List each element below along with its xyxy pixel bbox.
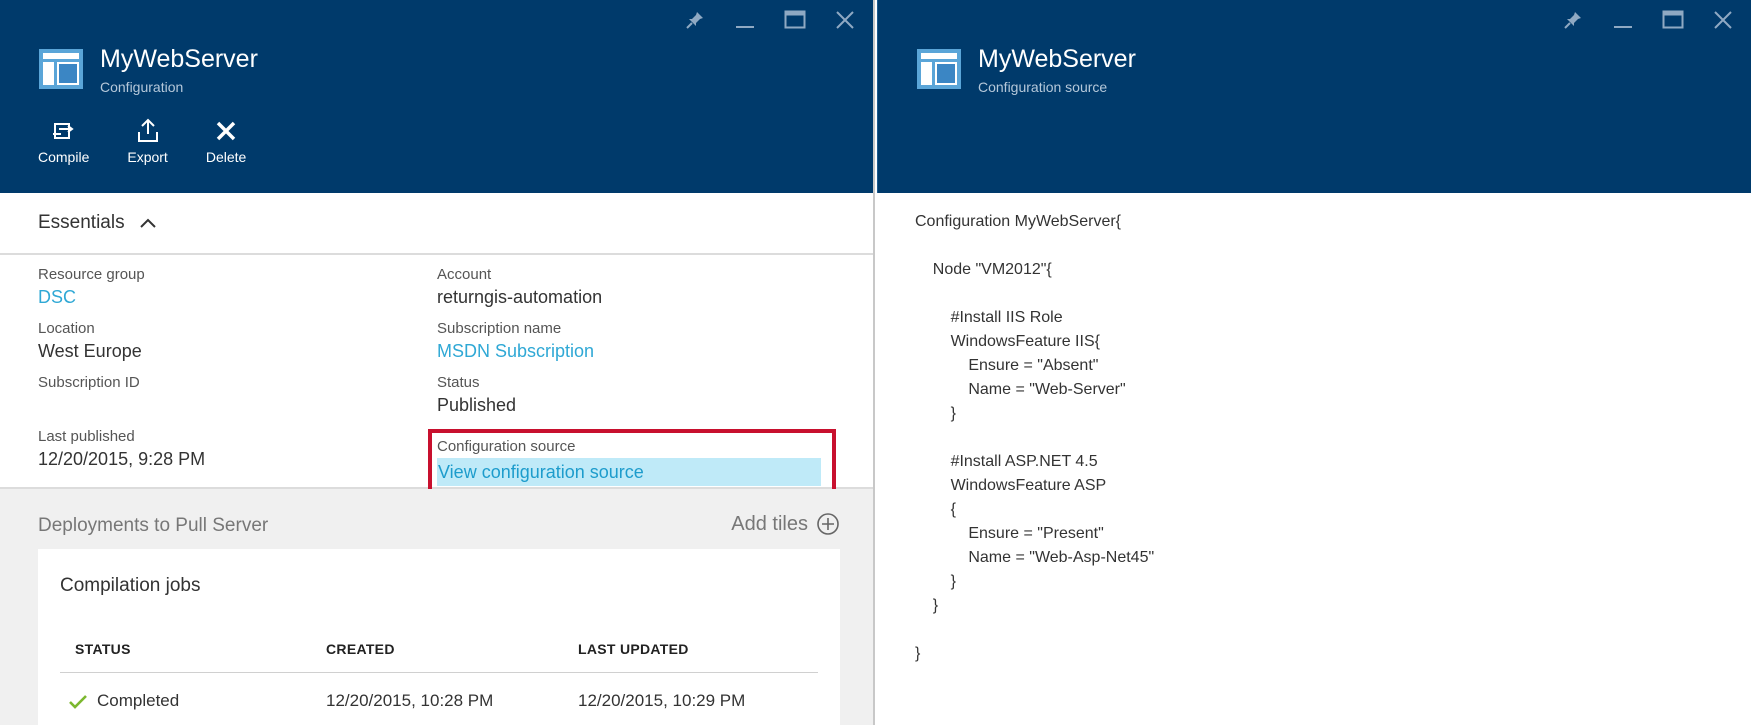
add-circle-icon [817,513,839,535]
delete-button[interactable]: Delete [206,116,246,165]
add-tiles-button[interactable]: Add tiles [731,512,840,536]
delete-icon [212,116,240,146]
blade-title: MyWebServer [100,45,258,73]
minimize-icon[interactable] [1609,6,1637,34]
row-created: 12/20/2015, 10:28 PM [326,691,494,710]
checkmark-icon [69,695,87,709]
essentials-title: Essentials [38,212,125,233]
close-icon[interactable] [831,6,859,34]
code-line: Node "VM2012"{ [915,261,1052,278]
resource-group-link[interactable]: DSC [38,285,145,309]
maximize-icon[interactable] [1659,6,1687,34]
blade-header: MyWebServer Configuration source [877,0,1751,193]
blade-title-area: MyWebServer Configuration source [916,45,1136,95]
config-source-label: Configuration source [437,438,576,455]
subscription-id-field: Subscription ID [38,373,140,393]
command-bar: Compile Export Delete [38,116,284,165]
blade-subtitle: Configuration source [978,78,1108,95]
blade-title: MyWebServer [978,45,1136,73]
close-icon[interactable] [1709,6,1737,34]
window-controls [1559,6,1737,34]
code-line: Ensure = "Present" [915,525,1104,542]
status-label: Status [437,374,480,391]
minimize-icon[interactable] [731,6,759,34]
configuration-source-blade: MyWebServer Configuration source Configu… [877,0,1751,725]
blade-subtitle: Configuration [100,78,184,95]
configuration-blade: MyWebServer Configuration Compile Export [0,0,875,725]
table-row[interactable]: Completed 12/20/2015, 10:28 PM 12/20/201… [38,691,840,725]
window-controls [681,6,859,34]
code-line: } [915,405,956,422]
table-body: Completed 12/20/2015, 10:28 PM 12/20/201… [38,549,840,725]
export-button[interactable]: Export [127,116,168,165]
row-last-updated: 12/20/2015, 10:29 PM [578,691,746,710]
configuration-icon [39,49,83,89]
code-line: { [915,501,956,518]
pin-icon[interactable] [1559,6,1587,34]
location-field: Location West Europe [38,319,142,363]
code-line: ​ [915,426,1154,450]
resource-group-field: Resource group DSC [38,265,145,309]
maximize-icon[interactable] [781,6,809,34]
code-line: } [915,597,939,614]
subscription-name-link[interactable]: MSDN Subscription [437,339,594,363]
subscription-name-label: Subscription name [437,320,562,337]
view-configuration-source-link[interactable]: View configuration source [437,458,821,486]
code-line: ​ [915,282,1154,306]
blade-header: MyWebServer Configuration Compile Export [0,0,873,193]
table-divider [60,672,818,673]
code-line: ​ [915,234,1154,258]
account-field: Account returngis-automation [437,265,602,309]
blade-title-area: MyWebServer Configuration [38,45,258,95]
subscription-name-field: Subscription name MSDN Subscription [437,319,594,363]
status-value: Published [437,395,517,415]
status-field: Status Published [437,373,516,417]
last-published-value: 12/20/2015, 9:28 PM [38,449,206,469]
code-line: #Install ASP.NET 4.5 [915,453,1098,470]
last-published-label: Last published [38,428,135,445]
code-line: #Install IIS Role [915,309,1063,326]
configuration-source-code: Configuration MyWebServer{ ​ Node "VM2012… [915,210,1154,666]
code-line: WindowsFeature ASP [915,477,1107,494]
essentials-panel: Resource group DSC Location West Europe … [0,255,873,505]
account-value: returngis-automation [437,287,603,307]
code-line: Name = "Web-Asp-Net45" [915,549,1155,566]
location-label: Location [38,320,95,337]
config-source-field: Configuration source [437,437,575,457]
pin-icon[interactable] [681,6,709,34]
chevron-up-icon[interactable] [139,217,157,229]
row-status: Completed [97,691,180,710]
code-line: WindowsFeature IIS{ [915,333,1100,350]
code-line: Name = "Web-Server" [915,381,1126,398]
deployments-title: Deployments to Pull Server [38,515,269,536]
delete-label: Delete [205,149,247,165]
last-published-field: Last published 12/20/2015, 9:28 PM [38,427,205,471]
location-value: West Europe [38,341,142,361]
compile-label: Compile [38,149,90,165]
compile-button[interactable]: Compile [38,116,89,165]
essentials-header[interactable]: Essentials [0,193,873,255]
resource-group-label: Resource group [38,266,145,283]
subscription-id-label: Subscription ID [38,374,140,391]
export-label: Export [127,149,168,165]
account-label: Account [437,266,492,283]
code-line: Ensure = "Absent" [915,357,1099,374]
export-icon [134,116,162,146]
code-line: Configuration MyWebServer{ [915,213,1122,230]
add-tiles-label: Add tiles [731,512,808,535]
code-line: } [915,573,956,590]
compile-icon [50,116,78,146]
code-line: ​ [915,618,1154,642]
configuration-icon [917,49,961,89]
code-line: } [915,645,921,662]
